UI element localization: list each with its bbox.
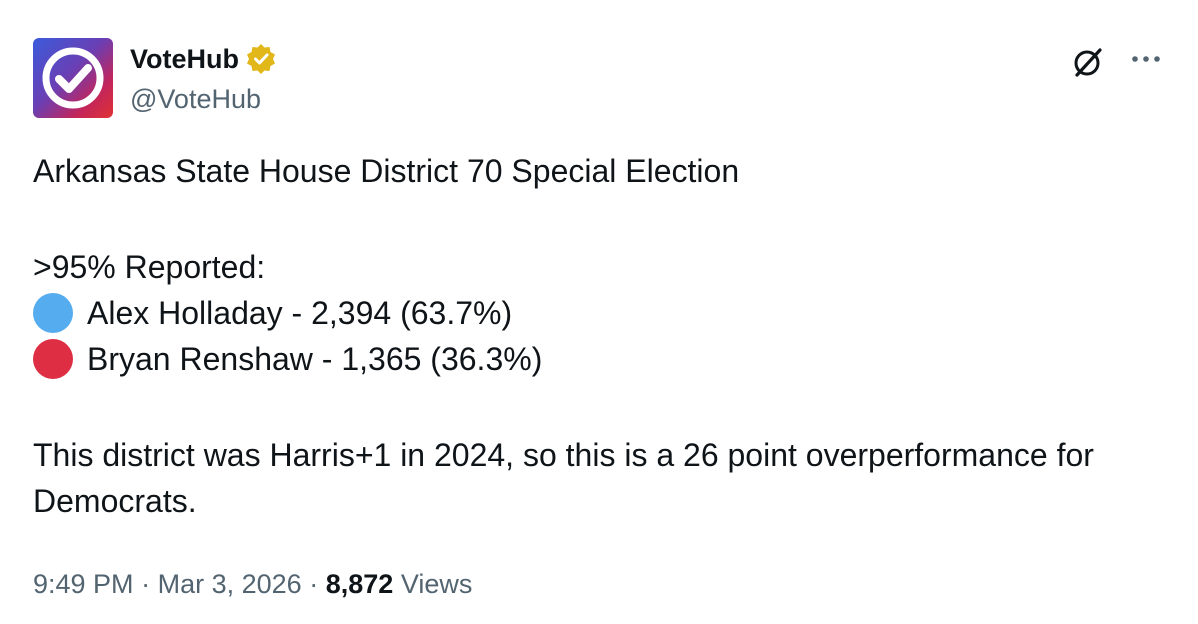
post-date[interactable]: Mar 3, 2026 (158, 569, 302, 599)
closing-paragraph: This district was Harris+1 in 2024, so t… (33, 437, 1094, 519)
views-count[interactable]: 8,872 (326, 569, 394, 599)
author-name-row: VoteHub (130, 41, 277, 77)
post-meta: 9:49 PM · Mar 3, 2026 · 8,872 Views (33, 566, 472, 602)
post-title-line: Arkansas State House District 70 Special… (33, 153, 740, 189)
red-circle-icon (33, 339, 73, 379)
display-name[interactable]: VoteHub (130, 41, 239, 77)
meta-separator: · (309, 569, 319, 599)
handle[interactable]: @VoteHub (130, 82, 261, 116)
candidate-line: Bryan Renshaw - 1,365 (36.3%) (33, 336, 1173, 382)
candidate-line: Alex Holladay - 2,394 (63.7%) (33, 290, 1173, 336)
post-time[interactable]: 9:49 PM (33, 569, 134, 599)
candidate-text: Alex Holladay - 2,394 (63.7%) (87, 295, 513, 331)
meta-separator: · (141, 569, 151, 599)
grok-icon[interactable] (1070, 44, 1106, 80)
reported-line: >95% Reported: (33, 249, 266, 285)
avatar[interactable] (33, 38, 113, 118)
candidate-text: Bryan Renshaw - 1,365 (36.3%) (87, 341, 543, 377)
verified-badge-icon[interactable] (245, 43, 277, 75)
blue-circle-icon (33, 293, 73, 333)
views-label: Views (400, 569, 473, 599)
post-body: Arkansas State House District 70 Special… (33, 148, 1173, 524)
more-options-icon[interactable] (1128, 44, 1164, 74)
votehub-check-logo-icon (42, 47, 104, 109)
tweet: VoteHub @VoteHub Arkansas State House Di… (0, 0, 1198, 624)
